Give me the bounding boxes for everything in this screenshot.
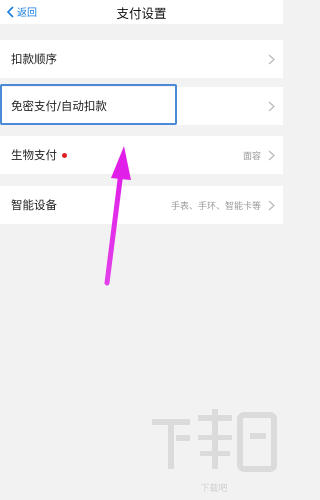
settings-row-value: 面容	[242, 151, 261, 162]
settings-row-password-free-payment[interactable]: 免密支付/自动扣款	[0, 87, 283, 125]
settings-row-payment-order[interactable]: 扣款顺序	[0, 40, 283, 78]
settings-row-label: 免密支付/自动扣款	[11, 99, 107, 113]
settings-row-biometric-payment[interactable]: 生物支付 面容	[0, 136, 283, 174]
page-title: 支付设置	[116, 6, 167, 21]
settings-row-value: 手表、手环、智能卡等	[170, 201, 261, 212]
chevron-right-icon	[268, 200, 275, 211]
svg-text:下载吧: 下载吧	[200, 482, 227, 494]
chevron-right-icon	[268, 101, 275, 112]
chevron-right-icon	[268, 150, 275, 161]
navigation-bar: 返回 支付设置	[0, 0, 283, 24]
settings-row-label: 智能设备	[11, 198, 57, 212]
watermark-logo: 下载吧	[152, 409, 277, 494]
settings-row-smart-devices[interactable]: 智能设备 手表、手环、智能卡等	[0, 186, 283, 224]
chevron-right-icon	[268, 54, 275, 65]
notification-dot	[62, 153, 67, 158]
settings-row-label: 扣款顺序	[11, 52, 57, 66]
settings-row-label: 生物支付	[11, 148, 57, 162]
